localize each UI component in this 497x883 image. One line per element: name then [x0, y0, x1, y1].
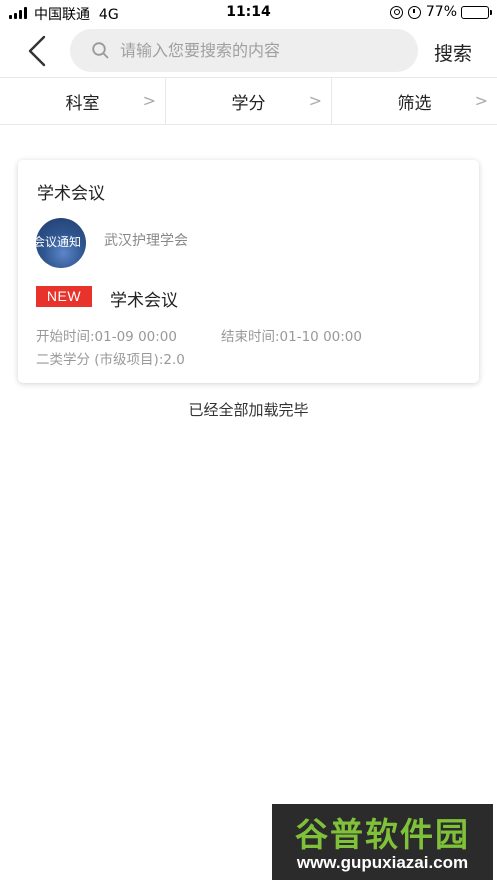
chevron-right-icon: > [308, 91, 322, 110]
status-right: 77% [389, 4, 492, 20]
start-time: 开始时间:01-09 00:00 [36, 329, 177, 345]
event-title: 学术会议 [110, 291, 178, 311]
back-button[interactable] [22, 34, 52, 68]
organizer-name: 武汉护理学会 [104, 233, 188, 249]
alarm-icon [407, 5, 421, 19]
search-box[interactable] [70, 29, 418, 72]
new-badge: NEW [36, 286, 92, 307]
card-title: 学术会议 [37, 184, 105, 204]
avatar: 会议通知 [36, 218, 86, 268]
search-icon [92, 42, 109, 59]
chevron-right-icon: > [142, 91, 156, 110]
nav-bar: 搜索 [0, 26, 497, 76]
chevron-right-icon: > [474, 91, 488, 110]
avatar-text: 会议通知 [36, 235, 82, 249]
load-complete-text: 已经全部加载完毕 [188, 401, 309, 419]
end-time: 结束时间:01-10 00:00 [221, 329, 362, 345]
filter-credit[interactable]: 学分 > [166, 78, 332, 124]
watermark-logo: 谷普软件园 www.gupuxiazai.com [272, 804, 493, 880]
filter-label: 筛选 [397, 93, 432, 114]
lock-rotation-icon [389, 5, 403, 19]
filter-label: 学分 [231, 93, 266, 114]
search-button[interactable]: 搜索 [434, 39, 472, 66]
chevron-left-icon [28, 35, 46, 67]
watermark-logo-text: 谷普软件园 [295, 815, 470, 854]
filter-bar: 科室 > 学分 > 筛选 > [0, 77, 497, 125]
battery-percent: 77% [425, 4, 457, 20]
credit-info: 二类学分 (市级项目):2.0 [36, 352, 185, 368]
conference-card[interactable]: 学术会议 会议通知 武汉护理学会 NEW 学术会议 开始时间:01-09 00:… [18, 160, 479, 383]
search-input[interactable] [120, 29, 410, 72]
filter-department[interactable]: 科室 > [0, 78, 166, 124]
watermark-url: www.gupuxiazai.com [296, 853, 469, 872]
filter-label: 科室 [65, 93, 100, 114]
status-bar: 中国联通 4G 11:14 77% [0, 0, 497, 26]
filter-screen[interactable]: 筛选 > [332, 78, 497, 124]
battery-icon [461, 5, 492, 19]
